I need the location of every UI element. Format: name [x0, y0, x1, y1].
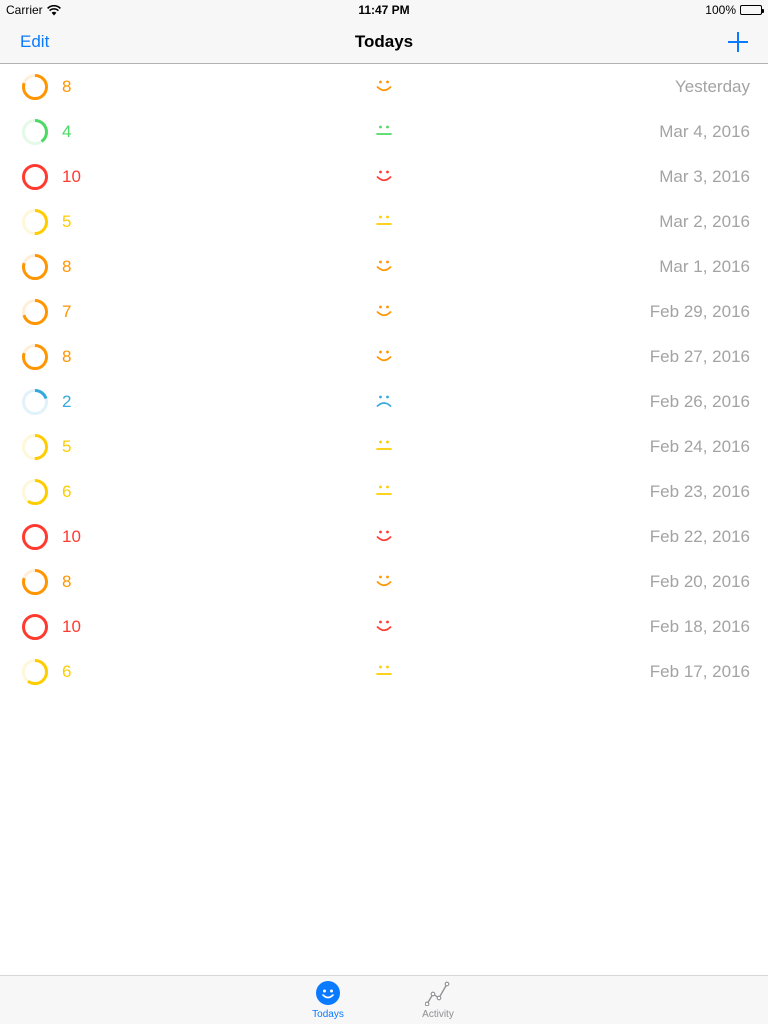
- list-item[interactable]: 8 Mar 1, 2016: [0, 244, 768, 289]
- list-item[interactable]: 10 Feb 22, 2016: [0, 514, 768, 559]
- tab-todays-label: Todays: [312, 1009, 344, 1020]
- list-item[interactable]: 8 Feb 27, 2016: [0, 334, 768, 379]
- list-item[interactable]: 7 Feb 29, 2016: [0, 289, 768, 334]
- progress-ring-icon: [22, 254, 48, 280]
- date-label: Feb 26, 2016: [649, 392, 750, 411]
- score-label: 10: [62, 617, 81, 636]
- happy-face-icon: [376, 575, 392, 587]
- list-item[interactable]: 2 Feb 26, 2016: [0, 379, 768, 424]
- neutral-face-icon: [376, 665, 392, 675]
- score-label: 2: [62, 392, 72, 411]
- score-label: 8: [62, 77, 72, 96]
- neutral-face-icon: [376, 485, 392, 495]
- battery-icon: [740, 5, 764, 15]
- score-label: 8: [62, 347, 72, 366]
- list-item[interactable]: 6 Feb 23, 2016: [0, 469, 768, 514]
- score-label: 8: [62, 572, 72, 591]
- date-label: Mar 3, 2016: [659, 167, 750, 186]
- date-label: Yesterday: [675, 77, 750, 96]
- score-label: 5: [62, 212, 72, 231]
- page-title: Todays: [354, 32, 414, 51]
- progress-ring-icon: [22, 344, 48, 370]
- date-label: Mar 2, 2016: [659, 212, 750, 231]
- list-item[interactable]: 5 Feb 24, 2016: [0, 424, 768, 469]
- progress-ring-icon: [22, 299, 48, 325]
- score-label: 5: [62, 437, 72, 456]
- neutral-face-icon: [376, 125, 392, 135]
- happy-face-icon: [376, 80, 392, 92]
- date-label: Feb 22, 2016: [649, 527, 750, 546]
- progress-ring-icon: [22, 164, 48, 190]
- progress-ring-icon: [22, 569, 48, 595]
- score-label: 4: [62, 122, 72, 141]
- progress-ring-icon: [22, 659, 48, 685]
- date-label: Feb 23, 2016: [649, 482, 750, 501]
- date-label: Feb 17, 2016: [649, 662, 750, 681]
- tab-todays[interactable]: Todays: [288, 978, 368, 1023]
- date-label: Feb 20, 2016: [649, 572, 750, 591]
- score-label: 10: [62, 167, 81, 186]
- date-label: Feb 29, 2016: [649, 302, 750, 321]
- sad-face-icon: [376, 395, 392, 407]
- score-label: 10: [62, 527, 81, 546]
- score-label: 6: [62, 662, 72, 681]
- happy-face-icon: [376, 530, 392, 542]
- tab-activity-label: Activity: [422, 1009, 454, 1020]
- list-item[interactable]: 8 Yesterday: [0, 64, 768, 109]
- date-label: Mar 1, 2016: [659, 257, 750, 276]
- list-item[interactable]: 8 Feb 20, 2016: [0, 559, 768, 604]
- score-label: 7: [62, 302, 72, 321]
- list-item[interactable]: 4 Mar 4, 2016: [0, 109, 768, 154]
- neutral-face-icon: [376, 215, 392, 225]
- progress-ring-icon: [22, 524, 48, 550]
- activity-graph-icon: [425, 981, 450, 1006]
- status-time: 11:47 PM: [358, 3, 410, 17]
- list-item[interactable]: 10 Mar 3, 2016: [0, 154, 768, 199]
- progress-ring-icon: [22, 119, 48, 145]
- smiley-icon: [316, 981, 340, 1005]
- date-label: Mar 4, 2016: [659, 122, 750, 141]
- progress-ring-icon: [22, 479, 48, 505]
- date-label: Feb 18, 2016: [649, 617, 750, 636]
- date-label: Feb 27, 2016: [649, 347, 750, 366]
- status-right: 100%: [705, 0, 764, 20]
- tab-activity[interactable]: Activity: [398, 978, 478, 1023]
- date-label: Feb 24, 2016: [649, 437, 750, 456]
- status-bar: Carrier 11:47 PM 100%: [0, 0, 768, 20]
- plus-icon[interactable]: [726, 30, 750, 54]
- happy-face-icon: [376, 350, 392, 362]
- list-item[interactable]: 6 Feb 17, 2016: [0, 649, 768, 694]
- score-label: 6: [62, 482, 72, 501]
- happy-face-icon: [376, 260, 392, 272]
- tab-bar: Todays Activity: [0, 975, 768, 1024]
- navigation-bar: Edit Todays: [0, 20, 768, 64]
- list-item[interactable]: 10 Feb 18, 2016: [0, 604, 768, 649]
- score-label: 8: [62, 257, 72, 276]
- neutral-face-icon: [376, 440, 392, 450]
- progress-ring-icon: [22, 74, 48, 100]
- happy-face-icon: [376, 170, 392, 182]
- entry-list: 8 Yesterday 4 Mar 4, 2016 10 Mar 3, 2016 5 Mar …: [0, 64, 768, 694]
- progress-ring-icon: [22, 209, 48, 235]
- happy-face-icon: [376, 620, 392, 632]
- progress-ring-icon: [22, 389, 48, 415]
- progress-ring-icon: [22, 434, 48, 460]
- list-item[interactable]: 5 Mar 2, 2016: [0, 199, 768, 244]
- battery-percent: 100%: [705, 3, 736, 17]
- progress-ring-icon: [22, 614, 48, 640]
- happy-face-icon: [376, 305, 392, 317]
